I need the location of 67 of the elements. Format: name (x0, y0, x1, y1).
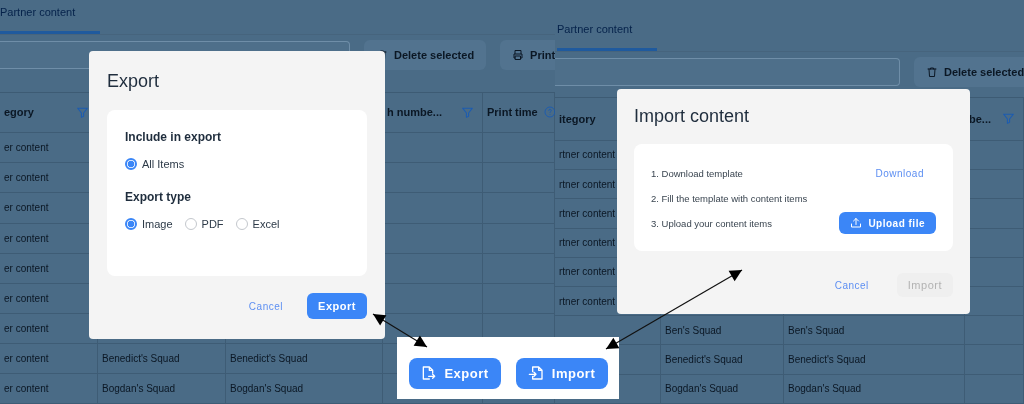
radio-button[interactable] (125, 158, 137, 170)
column-header: egory (4, 106, 34, 119)
table-cell: Bogdan's Squad (665, 383, 739, 395)
table-cell: er content (4, 262, 49, 274)
table-cell: Bogdan's Squad (788, 383, 862, 395)
dialog-title: Import content (634, 106, 751, 127)
table-cell: rtner content (559, 237, 616, 249)
column-header: itegory (559, 112, 596, 125)
cancel-button[interactable]: Cancel (832, 275, 871, 295)
radio-option[interactable]: Image (125, 218, 173, 230)
table-cell: er content (4, 172, 49, 184)
tab[interactable]: Partner content (0, 0, 100, 34)
column-header: be... (969, 112, 991, 125)
radio-button[interactable] (125, 218, 137, 230)
table-cell: er content (4, 202, 49, 214)
column-header: h numbe... (387, 106, 442, 119)
step-text: 3. Upload your content items (651, 217, 772, 229)
radio-option[interactable]: Excel (235, 218, 280, 230)
table-cell: Benedict's Squad (230, 352, 308, 364)
file-arrow-in-icon (527, 365, 544, 381)
cancel-button[interactable]: Cancel (246, 296, 285, 316)
table-cell: er content (4, 232, 49, 244)
double-arrow (372, 313, 428, 348)
radio-button[interactable] (235, 218, 248, 230)
file-arrow-out-icon (420, 365, 437, 381)
upload-icon (850, 217, 863, 229)
table-cell: er content (4, 382, 49, 394)
table-cell: Bogdan's Squad (102, 382, 176, 394)
section-heading: Export type (125, 190, 192, 204)
table-cell: Benedict's Squad (788, 354, 866, 366)
table-cell: Benedict's Squad (665, 354, 743, 366)
tab[interactable]: Partner content (557, 17, 657, 51)
table-cell: Ben's Squad (665, 324, 722, 336)
filter-icon (76, 105, 89, 119)
step-text: 2. Fill the template with content items (651, 192, 808, 204)
table-cell: Ben's Squad (788, 324, 845, 336)
filter-icon (461, 105, 474, 119)
toolbar-button[interactable]: Delete selected (364, 39, 487, 70)
table-cell: rtner content (559, 266, 616, 278)
table-cell: er content (4, 322, 49, 334)
table-cell: rtner content (559, 178, 616, 190)
radio-button[interactable] (184, 218, 197, 230)
step-text: 1. Download template (651, 167, 743, 179)
column-header: Print time (487, 106, 538, 119)
table-cell: er content (4, 142, 49, 154)
download-link[interactable]: Download (873, 163, 926, 183)
help-icon (543, 106, 555, 119)
radio-option[interactable]: PDF (184, 218, 224, 230)
dialog-title: Export (107, 71, 161, 92)
section-heading: Include in export (125, 130, 222, 144)
filter-icon (1002, 112, 1015, 126)
toolbar-button[interactable]: Delete selected (914, 56, 1024, 87)
export-button[interactable]: Export (307, 293, 367, 319)
table-cell: rtner content (559, 207, 616, 219)
import-button[interactable]: Import (515, 357, 608, 389)
upload-button[interactable]: Upload file (839, 212, 936, 234)
table-cell: er content (4, 292, 49, 304)
table-cell: rtner content (559, 149, 616, 161)
radio-option[interactable]: All Items (125, 158, 185, 170)
toolbar-button[interactable]: Print (500, 39, 555, 70)
table-cell: Bogdan's Squad (230, 382, 304, 394)
table-cell: er content (4, 352, 49, 364)
search-field[interactable] (555, 57, 900, 86)
printer-icon (512, 48, 525, 61)
table-cell: Benedict's Squad (102, 352, 180, 364)
table-cell: rtner content (559, 295, 616, 307)
export-button[interactable]: Export (408, 357, 501, 389)
